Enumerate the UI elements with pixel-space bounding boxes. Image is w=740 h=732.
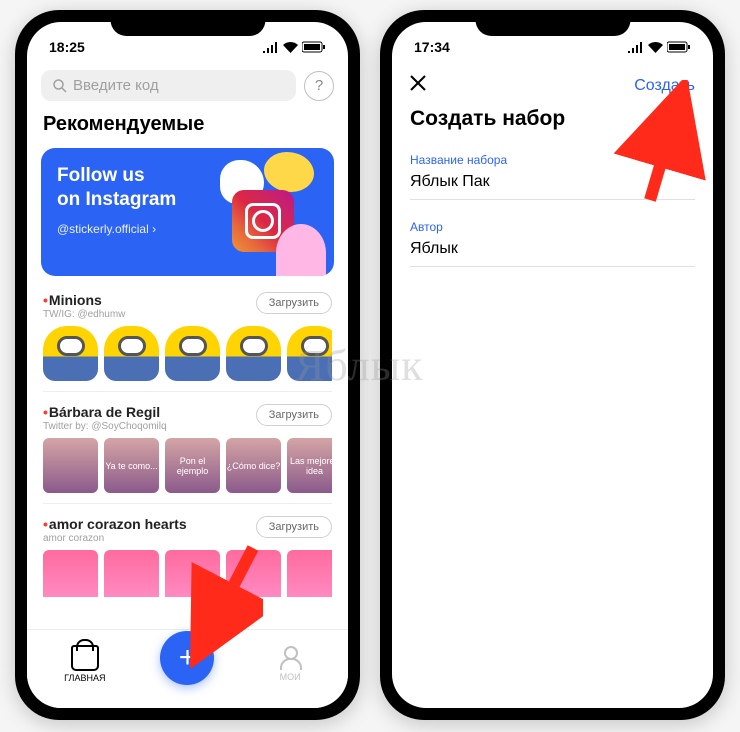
nav-label: МОИ bbox=[280, 672, 301, 682]
pack-header: •amor corazon hearts amor corazon Загруз… bbox=[43, 516, 332, 544]
field-label: Автор bbox=[410, 220, 695, 234]
close-button[interactable] bbox=[410, 74, 434, 97]
status-time: 17:34 bbox=[414, 39, 450, 55]
author-input[interactable]: Яблык bbox=[410, 234, 695, 267]
field-label: Название набора bbox=[410, 153, 695, 167]
right-screen: 17:34 Создать Создать набор Название наб… bbox=[392, 22, 713, 708]
pack-subtitle: Twitter by: @SoyChoqomilq bbox=[43, 421, 167, 432]
sticker-thumb[interactable] bbox=[43, 326, 98, 381]
sticker-thumb[interactable] bbox=[165, 550, 220, 597]
sticker-thumb[interactable] bbox=[226, 550, 281, 597]
instagram-banner[interactable]: Follow us on Instagram @stickerly.offici… bbox=[41, 148, 334, 276]
pack-title: •Bárbara de Regil bbox=[43, 404, 167, 420]
sticker-thumb[interactable]: Pon el ejemplo bbox=[165, 438, 220, 493]
form-group-author: Автор Яблык bbox=[392, 216, 713, 283]
sticker-pack[interactable]: •Bárbara de Regil Twitter by: @SoyChoqom… bbox=[27, 400, 348, 495]
pack-title: •amor corazon hearts bbox=[43, 516, 187, 532]
pack-title: •Minions bbox=[43, 292, 125, 308]
pack-subtitle: TW/IG: @edhumw bbox=[43, 309, 125, 320]
sticker-thumb[interactable]: Las mejores idea bbox=[287, 438, 332, 493]
modal-title: Создать набор bbox=[392, 103, 713, 149]
nav-label: ГЛАВНАЯ bbox=[64, 673, 105, 683]
section-title: Рекомендуемые bbox=[27, 107, 348, 144]
sticker-thumb[interactable] bbox=[226, 326, 281, 381]
name-input[interactable]: Яблык Пак bbox=[410, 167, 695, 200]
right-phone-frame: 17:34 Создать Создать набор Название наб… bbox=[380, 10, 725, 720]
sticker-thumb[interactable] bbox=[287, 326, 332, 381]
search-placeholder: Введите код bbox=[73, 77, 159, 94]
content-scroll[interactable]: Рекомендуемые Follow us on Instagram @st… bbox=[27, 107, 348, 597]
left-screen: 18:25 Введите код ? Рекомендуемые bbox=[27, 22, 348, 708]
banner-art bbox=[164, 148, 334, 276]
status-icons bbox=[628, 41, 691, 53]
left-phone-frame: 18:25 Введите код ? Рекомендуемые bbox=[15, 10, 360, 720]
modal-header: Создать bbox=[392, 64, 713, 103]
notch bbox=[475, 10, 630, 36]
divider bbox=[43, 503, 332, 504]
download-button[interactable]: Загрузить bbox=[256, 516, 332, 538]
close-icon bbox=[410, 75, 426, 91]
search-icon bbox=[53, 79, 67, 93]
pack-header: •Minions TW/IG: @edhumw Загрузить bbox=[43, 292, 332, 320]
pack-subtitle: amor corazon bbox=[43, 533, 187, 544]
sticker-thumb[interactable]: ¿Cómo dice? bbox=[226, 438, 281, 493]
form-group-name: Название набора Яблык Пак bbox=[392, 149, 713, 216]
search-input[interactable]: Введите код bbox=[41, 70, 296, 101]
status-icons bbox=[263, 41, 326, 53]
sticker-thumb[interactable] bbox=[104, 550, 159, 597]
sticker-thumb[interactable] bbox=[43, 550, 98, 597]
sticker-thumb[interactable] bbox=[165, 326, 220, 381]
plus-icon: + bbox=[179, 641, 197, 675]
sticker-pack[interactable]: •amor corazon hearts amor corazon Загруз… bbox=[27, 512, 348, 597]
sticker-thumb[interactable] bbox=[287, 550, 332, 597]
add-button[interactable]: + bbox=[160, 631, 214, 685]
sticker-row: Ya te como... Pon el ejemplo ¿Cómo dice?… bbox=[43, 438, 332, 493]
status-time: 18:25 bbox=[49, 39, 85, 55]
sticker-thumb[interactable] bbox=[43, 438, 98, 493]
nav-my[interactable]: МОИ bbox=[250, 646, 330, 682]
download-button[interactable]: Загрузить bbox=[256, 292, 332, 314]
notch bbox=[110, 10, 265, 36]
pack-header: •Bárbara de Regil Twitter by: @SoyChoqom… bbox=[43, 404, 332, 432]
sticker-pack[interactable]: •Minions TW/IG: @edhumw Загрузить bbox=[27, 288, 348, 383]
search-bar: Введите код ? bbox=[27, 64, 348, 107]
download-button[interactable]: Загрузить bbox=[256, 404, 332, 426]
sticker-row bbox=[43, 326, 332, 381]
create-button[interactable]: Создать bbox=[634, 77, 695, 95]
help-button[interactable]: ? bbox=[304, 71, 334, 101]
bottom-nav: ГЛАВНАЯ + МОИ bbox=[27, 629, 348, 708]
home-icon bbox=[71, 645, 99, 671]
nav-home[interactable]: ГЛАВНАЯ bbox=[45, 645, 125, 683]
person-icon bbox=[278, 646, 302, 670]
sticker-thumb[interactable] bbox=[104, 326, 159, 381]
sticker-thumb[interactable]: Ya te como... bbox=[104, 438, 159, 493]
divider bbox=[43, 391, 332, 392]
sticker-row bbox=[43, 550, 332, 597]
